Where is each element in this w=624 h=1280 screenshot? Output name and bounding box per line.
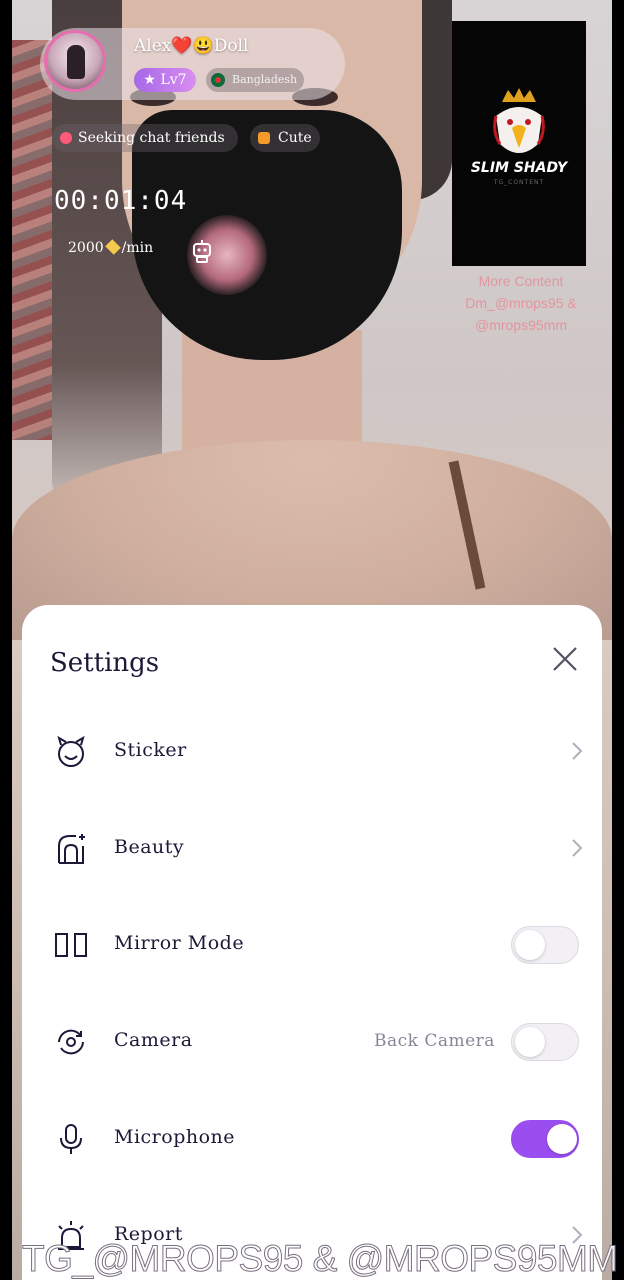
heart-icon <box>60 132 72 144</box>
beauty-icon <box>58 834 85 864</box>
microphone-toggle[interactable] <box>511 1120 579 1158</box>
mirror-mode-toggle[interactable] <box>511 926 579 964</box>
brand-logo-subtitle: TG_CONTENT <box>493 179 545 186</box>
settings-item-label: Beauty <box>114 836 185 858</box>
microphone-icon <box>60 1124 82 1154</box>
country-text: Bangladesh <box>232 73 298 86</box>
tag-label: Cute <box>278 130 312 146</box>
chevron-right-icon <box>572 839 583 857</box>
camera-value: Back Camera <box>374 1031 495 1051</box>
level-text: Lv7 <box>160 72 187 88</box>
watermark-text: TG_@MROPS95 & @MROPS95MM <box>22 1238 619 1280</box>
settings-title: Settings <box>50 648 160 678</box>
settings-item-label: Mirror Mode <box>114 932 245 954</box>
background-curtain <box>12 40 52 440</box>
promo-text: More Content Dm_@mrops95 & @mrops95mm <box>446 270 596 336</box>
tag-seeking-chat: Seeking chat friends <box>52 124 238 152</box>
bangladesh-flag-icon <box>211 73 225 87</box>
promo-line: @mrops95mm <box>474 317 567 333</box>
toggle-knob <box>515 1027 545 1057</box>
close-icon[interactable] <box>550 644 580 674</box>
call-timer: 00:01:04 <box>54 186 188 216</box>
settings-item-microphone: Microphone <box>22 1104 602 1174</box>
username: Alex❤️😃Doll <box>134 36 249 56</box>
settings-item-mirror-mode: Mirror Mode <box>22 910 602 980</box>
settings-item-label: Camera <box>114 1029 193 1051</box>
diamond-icon <box>104 239 121 255</box>
rate-info: 2000/min <box>68 239 154 256</box>
camera-toggle[interactable] <box>511 1023 579 1061</box>
promo-line: Dm_@mrops95 & <box>465 295 577 311</box>
star-icon: ★ <box>143 72 156 88</box>
level-badge: ★ Lv7 <box>134 68 196 92</box>
tag-cute: Cute <box>250 124 320 152</box>
rate-amount: 2000 <box>68 240 104 256</box>
toggle-knob <box>547 1124 577 1154</box>
mirror-icon <box>55 933 87 957</box>
chevron-right-icon <box>572 742 583 760</box>
settings-item-label: Sticker <box>114 739 187 761</box>
robot-icon <box>193 240 211 263</box>
promo-line: More Content <box>478 273 564 289</box>
settings-item-sticker[interactable]: Sticker <box>22 717 602 787</box>
settings-item-beauty[interactable]: Beauty <box>22 814 602 884</box>
settings-item-label: Microphone <box>114 1126 236 1148</box>
tag-label: Seeking chat friends <box>78 130 225 146</box>
country-badge: Bangladesh <box>206 68 304 92</box>
avatar[interactable] <box>44 30 106 92</box>
tag-icon <box>258 132 270 144</box>
brand-logo-title: SLIM SHADY <box>470 160 568 176</box>
eagle-crown-icon <box>493 88 545 153</box>
rate-unit: /min <box>121 240 154 256</box>
sticker-icon <box>57 735 85 767</box>
toggle-knob <box>515 930 545 960</box>
camera-switch-icon <box>58 1029 84 1055</box>
screen: Alex❤️😃Doll ★ Lv7 Bangladesh Seeking cha… <box>0 0 624 1280</box>
settings-item-camera: Camera Back Camera <box>22 1007 602 1077</box>
